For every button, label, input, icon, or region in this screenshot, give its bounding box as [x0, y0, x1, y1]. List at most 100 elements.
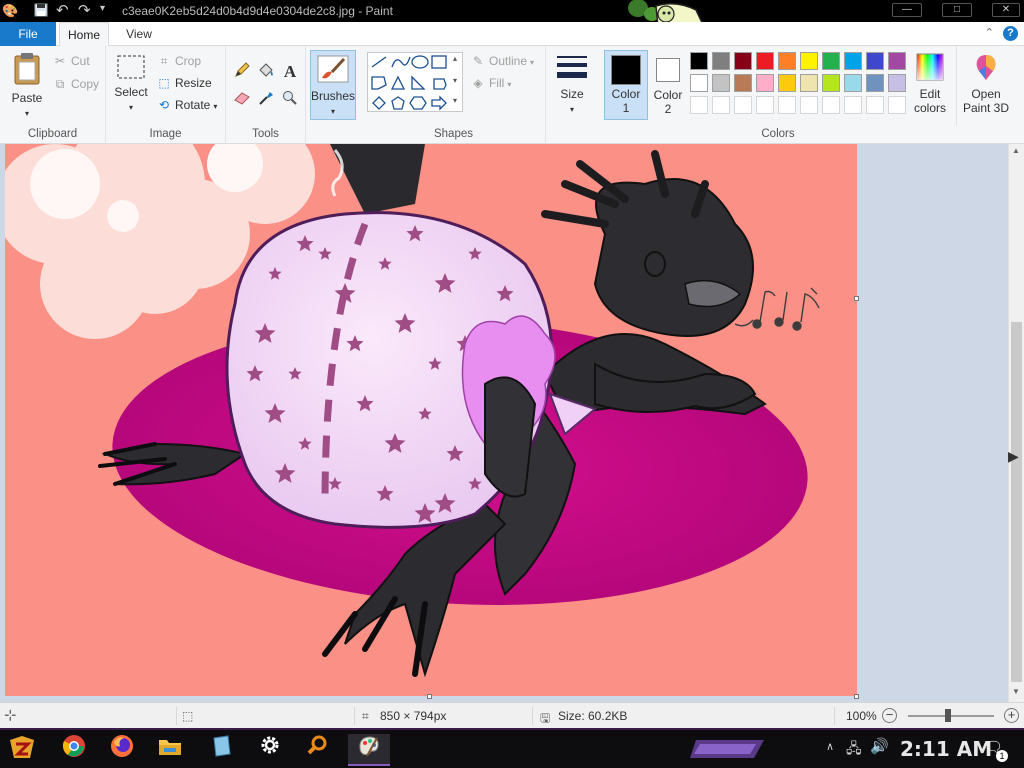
resize-handle-corner[interactable] [854, 694, 859, 699]
palette-swatch[interactable] [888, 74, 906, 92]
palette-swatch[interactable] [734, 74, 752, 92]
palette-swatch[interactable] [778, 74, 796, 92]
paste-dropdown-icon[interactable]: ▾ [25, 109, 29, 118]
color2-button[interactable]: Color 2 [650, 50, 686, 120]
select-button[interactable]: Select ▾ [112, 54, 150, 113]
zoom-out-button[interactable]: − [882, 708, 897, 723]
fill-button[interactable]: ◈ Fill ▾ [470, 76, 511, 90]
vertical-scrollbar[interactable]: ▲ ▼ [1008, 144, 1024, 702]
palette-swatch[interactable] [844, 52, 862, 70]
palette-swatch[interactable] [712, 74, 730, 92]
size-dropdown-icon[interactable]: ▾ [570, 105, 574, 114]
cut-button[interactable]: ✂ Cut [52, 54, 90, 68]
shapes-gallery[interactable] [367, 52, 463, 112]
tab-file[interactable]: File [0, 22, 56, 46]
shapes-expand-icon[interactable]: ▾ [453, 96, 457, 105]
palette-swatch[interactable] [690, 52, 708, 70]
help-button[interactable]: ? [1003, 26, 1018, 41]
select-rectangle-icon [117, 55, 145, 79]
image-group-label: Image [149, 128, 182, 140]
tab-home[interactable]: Home [59, 22, 109, 47]
color1-button[interactable]: Color 1 [604, 50, 648, 120]
palette-custom-slot[interactable] [778, 96, 796, 114]
eraser-icon[interactable] [232, 90, 252, 110]
palette-custom-slot[interactable] [866, 96, 884, 114]
edit-colors-button[interactable]: Edit colors [908, 52, 952, 115]
brushes-dropdown-icon[interactable]: ▾ [331, 107, 335, 116]
size-button[interactable]: Size ▾ [552, 54, 592, 115]
rotate-dropdown-icon[interactable]: ▾ [213, 102, 217, 111]
palette-swatch[interactable] [888, 52, 906, 70]
palette-swatch[interactable] [866, 52, 884, 70]
collapse-ribbon-icon[interactable]: ⌃ [985, 26, 994, 39]
show-hidden-icons-icon[interactable]: ∧ [826, 740, 834, 753]
palette-swatch[interactable] [844, 74, 862, 92]
zoom-slider-thumb[interactable] [945, 709, 951, 722]
resize-handle-right[interactable] [854, 296, 859, 301]
drawing-canvas[interactable] [5, 144, 857, 696]
palette-swatch[interactable] [800, 74, 818, 92]
open-paint3d-button[interactable]: Open Paint 3D [960, 52, 1012, 115]
paste-button[interactable]: Paste ▾ [8, 52, 46, 119]
volume-icon[interactable]: 🔊 [870, 737, 889, 755]
tab-view[interactable]: View [114, 22, 164, 46]
undo-icon[interactable]: ↶ [56, 1, 69, 19]
text-tool-icon[interactable]: A [280, 62, 300, 82]
fill-icon: ◈ [473, 76, 483, 90]
palette-swatch[interactable] [822, 74, 840, 92]
palette-swatch[interactable] [800, 52, 818, 70]
network-icon[interactable]: 🖧 [846, 738, 862, 762]
palette-swatch[interactable] [690, 74, 708, 92]
close-button[interactable]: ✕ [992, 3, 1020, 17]
redo-icon[interactable]: ↷ [78, 1, 91, 19]
palette-custom-slot[interactable] [844, 96, 862, 114]
palette-custom-slot[interactable] [888, 96, 906, 114]
chrome-icon[interactable] [56, 734, 92, 766]
taskbar-clock[interactable]: 2:11 AM [900, 737, 992, 761]
palette-swatch[interactable] [734, 52, 752, 70]
palette-custom-slot[interactable] [690, 96, 708, 114]
copy-button[interactable]: ⧉ Copy [52, 77, 99, 92]
palette-swatch[interactable] [756, 52, 774, 70]
scrollbar-thumb[interactable] [1011, 322, 1022, 682]
palette-swatch[interactable] [866, 74, 884, 92]
resize-handle-bottom[interactable] [427, 694, 432, 699]
firefox-icon[interactable] [104, 734, 140, 766]
palette-swatch[interactable] [778, 52, 796, 70]
zoom-in-button[interactable]: + [1004, 708, 1019, 723]
brushes-button[interactable]: Brushes ▾ [310, 50, 356, 120]
minimize-button[interactable]: — [892, 3, 922, 17]
fill-bucket-icon[interactable] [256, 62, 276, 82]
notepad-app-icon[interactable] [204, 734, 240, 766]
zoom-slider-track[interactable] [908, 715, 994, 717]
select-dropdown-icon[interactable]: ▾ [129, 103, 133, 112]
scroll-up-icon[interactable]: ▲ [1012, 146, 1020, 155]
palette-custom-slot[interactable] [822, 96, 840, 114]
outline-button[interactable]: ✎ Outline ▾ [470, 54, 534, 68]
quick-access-dropdown-icon[interactable]: ▾ [100, 3, 105, 14]
crop-button[interactable]: ⌗ Crop [156, 54, 201, 69]
cursor-position-icon: ⊹ [4, 707, 17, 724]
scroll-down-icon[interactable]: ▼ [1012, 687, 1020, 696]
paint-taskbar-icon[interactable] [348, 734, 390, 766]
file-explorer-icon[interactable] [152, 734, 188, 766]
palette-swatch[interactable] [822, 52, 840, 70]
pencil-icon[interactable] [232, 62, 252, 82]
resize-button[interactable]: ⬚ Resize [156, 76, 211, 90]
save-icon[interactable] [34, 3, 48, 20]
palette-custom-slot[interactable] [756, 96, 774, 114]
palette-custom-slot[interactable] [800, 96, 818, 114]
magnifier-icon[interactable] [280, 90, 300, 110]
start-menu-icon[interactable] [4, 734, 40, 766]
color-picker-icon[interactable] [256, 90, 276, 110]
settings-gear-icon[interactable] [252, 734, 288, 766]
palette-swatch[interactable] [712, 52, 730, 70]
rotate-button[interactable]: ⟲ Rotate ▾ [156, 98, 217, 112]
palette-custom-slot[interactable] [734, 96, 752, 114]
palette-swatch[interactable] [756, 74, 774, 92]
palette-custom-slot[interactable] [712, 96, 730, 114]
search-icon[interactable] [300, 734, 336, 766]
shapes-scroll-up-icon[interactable]: ▴ [453, 54, 457, 63]
maximize-button[interactable]: □ [942, 3, 972, 17]
shapes-scroll-down-icon[interactable]: ▾ [453, 76, 457, 85]
